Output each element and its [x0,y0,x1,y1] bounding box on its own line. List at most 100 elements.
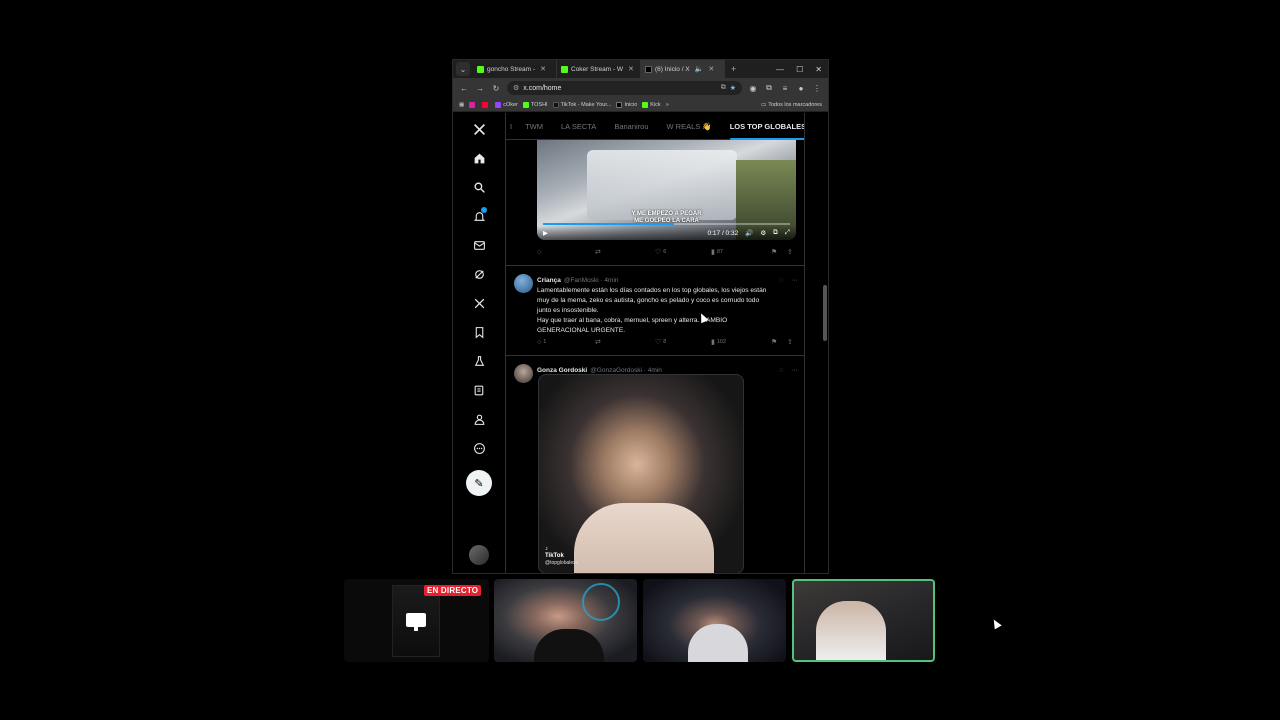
bookmark-item[interactable]: Kick [642,101,661,108]
person [688,624,748,662]
author-name[interactable]: Criança [537,277,561,284]
profile-avatar-icon[interactable]: ● [796,84,806,93]
settings-gear-icon[interactable]: ⚙ [760,229,766,237]
compose-post-button[interactable]: ✎ [466,470,492,496]
install-app-icon[interactable]: ⧉ [721,84,726,92]
retweet-button[interactable]: ⇄ [595,338,655,346]
jobs-icon[interactable] [469,351,489,371]
avatar[interactable] [514,274,533,293]
retweet-button[interactable]: ⇄ [595,248,655,256]
more-icon[interactable]: ··· [791,277,798,284]
grok-icon[interactable] [469,264,489,284]
media-controls-icon[interactable]: ≡ [780,84,790,93]
pip-icon[interactable]: ⧉ [773,229,778,237]
reply-button[interactable]: ○ 1 [537,339,595,346]
tweet-divider [506,265,804,266]
bookmark-item[interactable]: cOker [495,101,518,108]
scrollbar-thumb[interactable] [823,285,827,341]
bookmark-item[interactable]: TikTok - Make Your... [552,101,611,108]
grok-icon[interactable]: ◌ [779,277,783,284]
back-icon[interactable]: ← [459,84,469,93]
bookmark-button[interactable]: ⚑ [771,248,787,256]
tweet-text: Lamentablemente están los días contados … [537,287,767,334]
close-tab-icon[interactable]: ✕ [540,65,546,73]
author-handle[interactable]: @FanMoski · 4min [564,277,619,284]
minimize-icon[interactable]: — [776,65,784,74]
forward-icon[interactable]: → [475,84,485,93]
author-name[interactable]: Gonza Gordoski [537,367,587,374]
more-icon[interactable]: ··· [791,367,798,374]
volume-icon[interactable]: 🔊 [745,229,753,237]
author-handle[interactable]: @GonzaGordoski · 4min [590,367,662,374]
like-button[interactable]: ♡ 8 [655,338,711,346]
bookmark-item[interactable] [469,101,477,108]
premium-x-icon[interactable] [469,293,489,313]
video-progress-bar[interactable] [543,223,790,225]
avatar[interactable] [514,364,533,383]
video-subtitle: Y ME EMPEZO A PEGAR [631,211,702,217]
account-avatar[interactable] [469,545,489,565]
reload-icon[interactable]: ↻ [491,84,501,93]
live-badge: EN DIRECTO [424,585,482,596]
browser-tab-active[interactable]: (6) Inicio / X 🔈 ✕ [641,60,725,78]
extensions-puzzle-icon[interactable]: ⧉ [764,83,774,93]
address-bar[interactable]: ⚙ x.com/home ⧉ ★ [507,81,742,95]
views-button[interactable]: ▮ 87 [711,248,771,256]
play-icon[interactable]: ▶ [543,229,548,237]
page-scrollbar[interactable] [822,113,828,573]
reply-button[interactable]: ○ [537,249,595,256]
tab-los-top-globales[interactable]: LOS TOP GLOBALES ⌄ [721,113,804,140]
maximize-icon[interactable]: ☐ [796,65,803,74]
close-window-icon[interactable]: ✕ [815,65,822,74]
mute-tab-icon[interactable]: 🔈 [695,65,704,73]
views-button[interactable]: ▮ 102 [711,338,771,346]
tweet-actions: ○ 1 ⇄ ♡ 8 ▮ 102 ⚑ ⇪ [537,336,798,348]
channel-logo-icon [582,583,620,621]
tab-twm[interactable]: TWM [516,113,552,140]
close-tab-icon[interactable]: ✕ [628,65,634,73]
search-icon[interactable] [469,177,489,197]
fullscreen-icon[interactable]: ⤢ [785,229,790,237]
bookmark-icon: ⚑ [771,339,778,346]
extension-icon[interactable]: ◉ [748,84,758,93]
instagram-icon [469,101,476,108]
list-tabs: I TWM LA SECTA Bananirou W REALS 👋 LOS T… [506,113,804,140]
browser-menu-icon[interactable]: ⋮ [812,84,822,93]
share-button[interactable]: ⇪ [787,248,793,256]
window-controls: — ☐ ✕ [776,65,828,74]
tweet-video-media[interactable]: ♪ TikTok @topglobalese [538,374,744,573]
tab-search-icon[interactable]: ⌄ [456,62,470,76]
bookmark-button[interactable]: ⚑ [771,338,787,346]
share-button[interactable]: ⇪ [787,338,793,346]
bookmark-item[interactable]: Inicio [616,101,637,108]
tab-bananirou[interactable]: Bananirou [605,113,657,140]
site-info-icon[interactable]: ⚙ [513,84,519,92]
browser-tab[interactable]: Coker Stream - W ✕ [557,60,641,78]
apps-grid-icon[interactable]: ▦ [459,102,464,108]
bookmark-star-icon[interactable]: ★ [730,84,736,92]
person [816,601,886,660]
bookmarks-icon[interactable] [469,322,489,342]
profile-icon[interactable] [469,409,489,429]
new-tab-button[interactable]: + [725,64,742,74]
all-bookmarks[interactable]: ▭ Todos los marcadores [761,102,822,108]
tweet-video[interactable]: Y ME EMPEZO A PEGAR ME GOLPEO LA CARA ▶ … [537,140,796,240]
heart-icon: ♡ [655,339,662,346]
browser-tab[interactable]: goncho Stream - ✕ [473,60,557,78]
tab-w-reals[interactable]: W REALS 👋 [658,113,721,140]
bookmark-item[interactable] [482,101,490,108]
more-options-icon[interactable] [469,438,489,458]
camera-feed-2 [494,579,637,662]
like-button[interactable]: ♡ 6 [655,248,711,256]
tab-la-secta[interactable]: LA SECTA [552,113,605,140]
messages-envelope-icon[interactable] [469,235,489,255]
x-logo-icon[interactable] [469,119,489,139]
bookmarks-overflow[interactable]: » [666,102,669,108]
lists-icon[interactable] [469,380,489,400]
grok-icon[interactable]: ◌ [779,367,783,374]
bookmark-item[interactable]: TOSHI [522,101,548,108]
tab-partial[interactable]: I [506,113,516,140]
notifications-bell-icon[interactable] [469,206,489,226]
close-tab-icon[interactable]: ✕ [708,65,714,73]
home-icon[interactable] [469,148,489,168]
